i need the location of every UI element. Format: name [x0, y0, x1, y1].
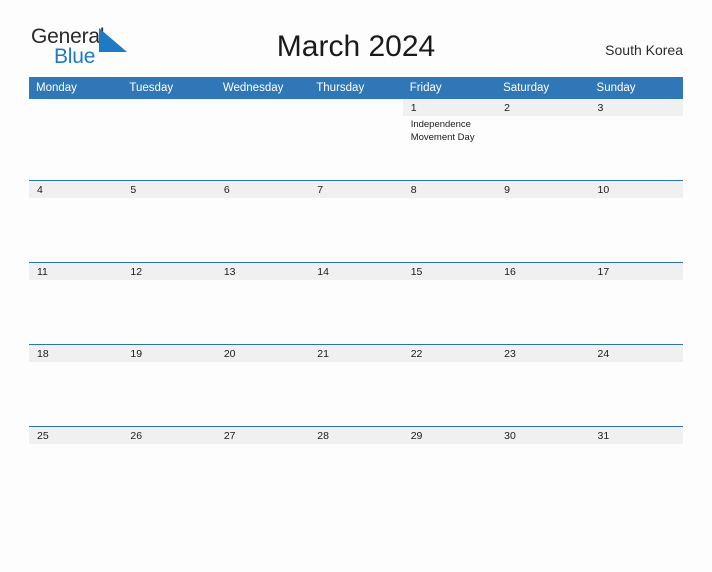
day-cell[interactable]: 18 — [29, 343, 123, 426]
day-cell[interactable]: 11 — [29, 261, 123, 344]
weekday-header-tuesday: Tuesday — [122, 77, 216, 99]
day-number — [309, 99, 402, 102]
day-number: 29 — [410, 429, 423, 442]
day-number: 5 — [130, 183, 137, 196]
day-number: 3 — [597, 102, 604, 114]
calendar-body: 1 Independence Movement Day 2 3 4 5 6 7 8 9 10 11 12… — [29, 99, 683, 508]
weekday-header-saturday: Saturday — [496, 77, 590, 99]
day-cell[interactable]: 1 Independence Movement Day — [402, 99, 497, 180]
day-number: 24 — [597, 347, 610, 360]
day-number: 22 — [410, 347, 423, 360]
day-cell[interactable]: 12 — [122, 261, 216, 344]
day-number: 8 — [410, 183, 417, 196]
page-title: March 2024 — [276, 30, 436, 63]
day-cell[interactable]: 17 — [589, 261, 683, 344]
weekday-header-friday: Friday — [402, 77, 497, 99]
day-number: 21 — [317, 347, 329, 360]
day-cell[interactable]: 5 — [122, 179, 216, 262]
day-cell[interactable]: 24 — [589, 343, 683, 426]
day-number: 19 — [130, 347, 143, 360]
page-header: General Blue March 2024 South Korea — [29, 22, 683, 77]
weekday-header-wednesday: Wednesday — [215, 77, 310, 99]
region-label: South Korea — [605, 42, 683, 58]
calendar-page: General Blue March 2024 South Korea Mond… — [0, 22, 712, 572]
day-number: 26 — [130, 429, 143, 442]
day-cell[interactable]: 13 — [215, 261, 310, 344]
calendar-week-row: 11 12 13 14 15 16 17 — [29, 261, 683, 344]
day-cell-empty — [309, 99, 403, 180]
day-number — [122, 99, 215, 102]
day-number: 23 — [504, 347, 516, 360]
calendar-header-row: Monday Tuesday Wednesday Thursday Friday Satu… — [29, 77, 683, 99]
day-number: 9 — [504, 183, 510, 196]
calendar-week-row: 4 5 6 7 8 9 10 — [29, 179, 683, 262]
day-cell[interactable]: 9 — [496, 179, 590, 262]
day-number: 30 — [504, 429, 516, 442]
day-number: 2 — [504, 102, 510, 114]
day-cell[interactable]: 21 — [309, 343, 403, 426]
day-events: Independence Movement Day — [403, 116, 496, 144]
weekday-header-monday: Monday — [29, 77, 123, 99]
day-number: 1 — [410, 102, 417, 114]
day-cell[interactable]: 20 — [215, 343, 310, 426]
day-cell[interactable]: 23 — [496, 343, 590, 426]
weekday-header-sunday: Sunday — [589, 77, 683, 99]
day-cell-empty — [122, 99, 216, 180]
day-cell-empty — [215, 99, 310, 180]
day-cell[interactable]: 6 — [215, 179, 310, 262]
day-number: 25 — [37, 429, 49, 442]
calendar-week-row: 18 19 20 21 22 23 24 — [29, 343, 683, 426]
day-number: 12 — [130, 265, 143, 278]
day-number: 17 — [597, 265, 610, 278]
day-number: 27 — [223, 429, 236, 442]
day-number — [29, 99, 122, 102]
day-number: 14 — [317, 265, 329, 278]
day-cell[interactable]: 30 — [496, 425, 590, 508]
day-number: 10 — [597, 183, 610, 196]
day-number: 15 — [410, 265, 423, 278]
calendar-table: Monday Tuesday Wednesday Thursday Friday Satu… — [29, 77, 683, 508]
day-number: 20 — [223, 347, 236, 360]
day-cell[interactable]: 29 — [402, 425, 497, 508]
calendar-week-row: 1 Independence Movement Day 2 3 — [29, 99, 683, 180]
day-number: 7 — [317, 183, 324, 196]
day-cell[interactable]: 3 — [589, 99, 683, 180]
day-number: 13 — [223, 265, 236, 278]
day-cell[interactable]: 28 — [309, 425, 403, 508]
day-cell[interactable]: 10 — [589, 179, 683, 262]
day-number: 28 — [317, 429, 329, 442]
day-cell[interactable]: 8 — [402, 179, 497, 262]
day-cell-empty — [29, 99, 123, 180]
day-cell[interactable]: 25 — [29, 425, 123, 508]
day-number: 16 — [504, 265, 516, 278]
day-number: 4 — [37, 183, 43, 196]
holiday-label: Independence Movement Day — [410, 119, 475, 143]
weekday-header-row: Monday Tuesday Wednesday Thursday Friday Satu… — [29, 77, 683, 99]
calendar-week-row: 25 26 27 28 29 30 31 — [29, 425, 683, 508]
day-number: 6 — [223, 183, 230, 196]
day-cell[interactable]: 27 — [215, 425, 310, 508]
day-number — [216, 99, 309, 102]
day-cell[interactable]: 31 — [589, 425, 683, 508]
day-number: 11 — [37, 265, 48, 278]
day-cell[interactable]: 19 — [122, 343, 216, 426]
day-cell[interactable]: 15 — [402, 261, 497, 344]
day-number: 31 — [597, 429, 610, 442]
day-cell[interactable]: 14 — [309, 261, 403, 344]
day-cell[interactable]: 2 — [496, 99, 590, 180]
day-cell[interactable]: 16 — [496, 261, 590, 344]
day-cell[interactable]: 26 — [122, 425, 216, 508]
calendar-container: Monday Tuesday Wednesday Thursday Friday Satu… — [29, 77, 683, 508]
day-number: 18 — [37, 347, 49, 360]
day-cell[interactable]: 4 — [29, 179, 123, 262]
day-cell[interactable]: 7 — [309, 179, 403, 262]
weekday-header-thursday: Thursday — [309, 77, 403, 99]
day-cell[interactable]: 22 — [402, 343, 497, 426]
